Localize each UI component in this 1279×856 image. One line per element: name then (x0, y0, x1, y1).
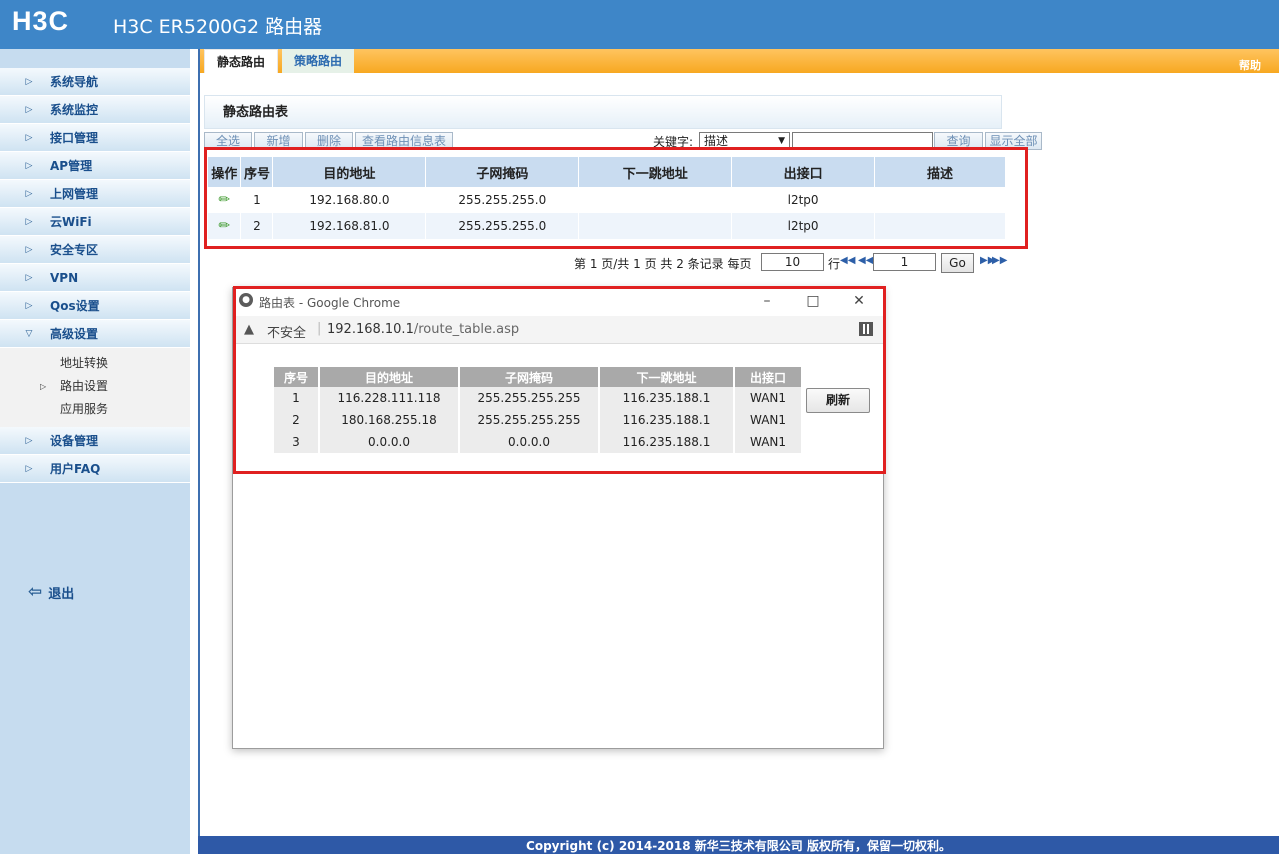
sidebar-subitem-app-service[interactable]: 应用服务 (0, 398, 190, 421)
expand-arrow-icon: ▷ (25, 272, 33, 283)
expand-arrow-icon: ▷ (25, 463, 33, 474)
expand-arrow-icon: ▷ (25, 104, 33, 115)
page-size-input[interactable]: 10 (761, 253, 824, 271)
highlight-box (233, 286, 886, 474)
expand-arrow-icon: ▷ (25, 300, 33, 311)
sidebar-item-interface[interactable]: ▷ 接口管理 (0, 124, 190, 152)
expand-arrow-icon: ▷ (25, 76, 33, 87)
section-title: 静态路由表 (204, 95, 1002, 129)
sidebar-subitem-label: 路由设置 (60, 379, 109, 393)
sidebar-item-label: 云WiFi (50, 215, 92, 229)
sidebar-item-security[interactable]: ▷ 安全专区 (0, 236, 190, 264)
go-button[interactable]: Go (941, 253, 974, 273)
sidebar-item-label: 上网管理 (50, 187, 99, 201)
sidebar-item-faq[interactable]: ▷ 用户FAQ (0, 455, 190, 483)
sidebar-item-label: 系统导航 (50, 75, 99, 89)
sidebar-item-ap[interactable]: ▷ AP管理 (0, 152, 190, 180)
advanced-submenu: 地址转换 ▷ 路由设置 应用服务 (0, 348, 190, 427)
sidebar-item-device[interactable]: ▷ 设备管理 (0, 427, 190, 455)
first-page-icon[interactable]: ◀◀ (840, 255, 855, 266)
expand-arrow-icon: ▷ (25, 188, 33, 199)
sidebar-subitem-nat[interactable]: 地址转换 (0, 352, 190, 375)
expand-arrow-icon: ▷ (25, 435, 33, 446)
tab-static-route[interactable]: 静态路由 (204, 49, 279, 73)
row-label: 行 (828, 257, 841, 271)
sidebar: ▷ 系统导航 ▷ 系统监控 ▷ 接口管理 ▷ AP管理 ▷ 上网管理 ▷ 云WiFi ▷ 安全… (0, 49, 190, 854)
sidebar-item-label: 系统监控 (50, 103, 99, 117)
logout-label: 退出 (48, 586, 75, 602)
expand-arrow-icon: ▷ (25, 160, 33, 171)
sidebar-item-system-nav[interactable]: ▷ 系统导航 (0, 68, 190, 96)
sidebar-item-advanced[interactable]: ▽ 高级设置 (0, 320, 190, 348)
expand-arrow-icon: ▷ (25, 132, 33, 143)
highlight-box (204, 147, 1028, 249)
sidebar-item-system-monitor[interactable]: ▷ 系统监控 (0, 96, 190, 124)
app-header: H3C H3C ER5200G2 路由器 (0, 0, 1279, 49)
sidebar-item-label: 用户FAQ (50, 462, 101, 476)
sidebar-item-internet[interactable]: ▷ 上网管理 (0, 180, 190, 208)
sidebar-item-cloud-wifi[interactable]: ▷ 云WiFi (0, 208, 190, 236)
sidebar-subitem-routing[interactable]: ▷ 路由设置 (0, 375, 190, 398)
help-link[interactable]: 帮助 (1239, 57, 1261, 73)
logout-button[interactable]: ⇦ 退出 (28, 582, 74, 602)
last-page-icon[interactable]: ▶▶ (992, 255, 1007, 266)
sidebar-subitem-label: 地址转换 (60, 356, 109, 370)
sidebar-item-label: VPN (50, 270, 79, 285)
prev-page-icon[interactable]: ◀◀ (858, 255, 873, 266)
sidebar-item-label: 设备管理 (50, 434, 99, 448)
sidebar-item-label: 安全专区 (50, 243, 99, 257)
active-marker-icon: ▷ (40, 382, 47, 391)
expand-arrow-icon: ▷ (25, 244, 33, 255)
logout-icon: ⇦ (28, 582, 43, 602)
sidebar-item-qos[interactable]: ▷ Qos设置 (0, 292, 190, 320)
h3c-logo: H3C (12, 6, 70, 36)
sidebar-subitem-label: 应用服务 (60, 402, 109, 416)
tab-bar: 静态路由 策略路由 帮助 (200, 49, 1279, 73)
sidebar-item-label: 高级设置 (50, 327, 99, 341)
sidebar-item-label: 接口管理 (50, 131, 99, 145)
pager-text: 第 1 页/共 1 页 共 2 条记录 每页 (574, 257, 752, 271)
tab-policy-route[interactable]: 策略路由 (282, 49, 355, 73)
sidebar-item-label: Qos设置 (50, 299, 100, 313)
sidebar-nav: ▷ 系统导航 ▷ 系统监控 ▷ 接口管理 ▷ AP管理 ▷ 上网管理 ▷ 云WiFi ▷ 安全… (0, 68, 190, 483)
app-title: H3C ER5200G2 路由器 (113, 16, 323, 38)
keyword-select-value: 描述 (704, 134, 729, 148)
footer-copyright: Copyright (c) 2014-2018 新华三技术有限公司 版权所有，保… (198, 836, 1279, 854)
page-number-input[interactable]: 1 (873, 253, 936, 271)
collapse-arrow-icon: ▽ (25, 328, 33, 339)
expand-arrow-icon: ▷ (25, 216, 33, 227)
sidebar-item-vpn[interactable]: ▷ VPN (0, 264, 190, 292)
sidebar-item-label: AP管理 (50, 159, 93, 173)
